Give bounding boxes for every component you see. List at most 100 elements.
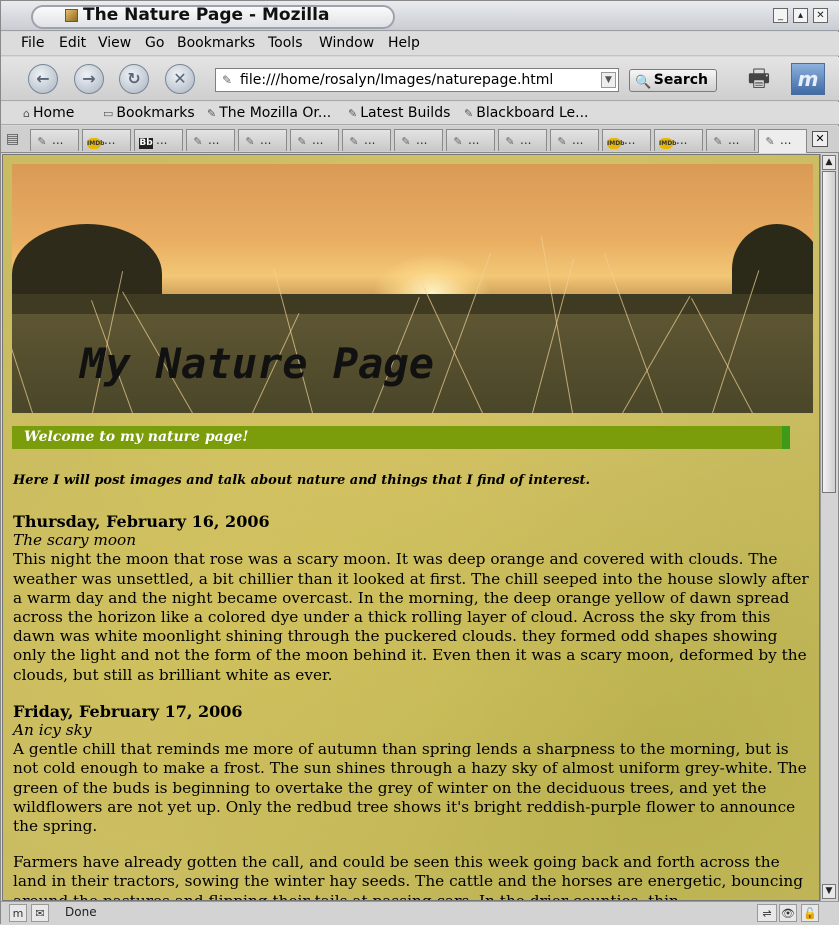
page-icon: ✎	[401, 135, 411, 148]
tab[interactable]: ✎...	[446, 129, 495, 151]
tab-label: ...	[468, 133, 480, 147]
bookmark-folder[interactable]: ▭ Bookmarks	[103, 105, 195, 121]
status-text: Done	[65, 905, 97, 919]
url-input[interactable]: ✎ file:///home/rosalyn/Images/naturepage…	[215, 68, 619, 92]
page-icon: ✎	[713, 135, 723, 148]
status-bar: m ✉ Done ⇌ 👁 🔓	[1, 901, 839, 925]
vertical-scrollbar[interactable]: ▲ ▼	[820, 154, 837, 901]
forward-button[interactable]: →	[74, 64, 104, 94]
maximize-icon[interactable]: ▴	[793, 8, 808, 23]
tab[interactable]: ✎...	[290, 129, 339, 151]
mozilla-logo[interactable]: m	[791, 63, 825, 95]
tab[interactable]: ✎...	[30, 129, 79, 151]
menu-edit[interactable]: Edit	[59, 35, 86, 51]
close-icon[interactable]: ✕	[813, 8, 828, 23]
tab-label: ...	[676, 133, 688, 147]
home-icon: ⌂	[23, 107, 30, 120]
menu-bar: File Edit View Go Bookmarks Tools Window…	[1, 32, 839, 56]
tab[interactable]: ✎...	[238, 129, 287, 151]
tab[interactable]: ✎...	[342, 129, 391, 151]
stop-button[interactable]: ✕	[165, 64, 195, 94]
page-icon: ✎	[765, 135, 775, 148]
tab-label: ...	[520, 133, 532, 147]
post-date: Thursday, February 16, 2006	[13, 512, 270, 531]
menu-bookmarks[interactable]: Bookmarks	[177, 35, 255, 51]
menu-tools[interactable]: Tools	[268, 35, 303, 51]
welcome-text: Welcome to my nature page!	[24, 429, 249, 445]
browser-window: The Nature Page - Mozilla _ ▴ ✕ File Edi…	[0, 0, 839, 925]
scroll-thumb[interactable]	[822, 171, 836, 493]
back-button[interactable]: ←	[28, 64, 58, 94]
menu-go[interactable]: Go	[145, 35, 164, 51]
imdb-icon: IMDb	[659, 138, 677, 149]
bookmark-latest-builds[interactable]: ✎ Latest Builds	[348, 105, 450, 121]
connection-icon: ⇌	[757, 904, 777, 922]
tab-label: ...	[104, 133, 116, 147]
tab[interactable]: Bb...	[134, 129, 183, 151]
page-content: My Nature Page Welcome to my nature page…	[2, 154, 820, 901]
tab-label: ...	[312, 133, 324, 147]
search-button[interactable]: 🔍 Search	[629, 69, 717, 92]
welcome-bar: Welcome to my nature page!	[12, 426, 790, 449]
tab[interactable]: ✎...	[186, 129, 235, 151]
bookmark-home[interactable]: ⌂ Home	[23, 105, 74, 121]
bookmark-mozilla[interactable]: ✎ The Mozilla Or...	[207, 105, 331, 121]
blackboard-icon: Bb	[139, 138, 153, 149]
url-text: file:///home/rosalyn/Images/naturepage.h…	[240, 72, 554, 88]
tab[interactable]: ✎...	[550, 129, 599, 151]
close-tab-icon[interactable]: ✕	[812, 131, 828, 147]
page-icon: ✎	[297, 135, 307, 148]
imdb-icon: IMDb	[607, 138, 625, 149]
mail-icon[interactable]: ✉	[31, 904, 49, 922]
chevron-down-icon[interactable]: ▼	[601, 72, 616, 88]
tab-label: ...	[52, 133, 64, 147]
tab[interactable]: ✎...	[758, 129, 807, 153]
eye-icon: 👁	[779, 904, 797, 922]
menu-window[interactable]: Window	[319, 35, 374, 51]
page-icon: ✎	[222, 73, 233, 87]
tab-label: ...	[780, 133, 792, 147]
scroll-down-icon[interactable]: ▼	[822, 884, 836, 899]
navigator-icon[interactable]: m	[9, 904, 27, 922]
tab[interactable]: IMDb...	[602, 129, 651, 151]
page-icon: ✎	[348, 107, 358, 120]
post-subtitle: An icy sky	[13, 721, 92, 740]
lock-icon: 🔓	[801, 904, 819, 922]
tab[interactable]: IMDb...	[82, 129, 131, 151]
post-paragraph: This night the moon that rose was a scar…	[13, 550, 809, 684]
search-button-label: Search	[653, 72, 708, 88]
scroll-up-icon[interactable]: ▲	[822, 155, 836, 170]
menu-view[interactable]: View	[98, 35, 131, 51]
minimize-icon[interactable]: _	[773, 8, 788, 23]
tab-label: ...	[572, 133, 584, 147]
page-icon: ✎	[245, 135, 255, 148]
tab[interactable]: ✎...	[394, 129, 443, 151]
intro-text: Here I will post images and talk about n…	[13, 473, 591, 488]
menu-file[interactable]: File	[21, 35, 44, 51]
new-tab-icon[interactable]: ▤	[6, 131, 24, 147]
reload-button[interactable]: ↻	[119, 64, 149, 94]
page-icon: ✎	[207, 107, 217, 120]
page-icon: ✎	[557, 135, 567, 148]
menu-help[interactable]: Help	[388, 35, 420, 51]
navigation-toolbar: ← → ↻ ✕ ✎ file:///home/rosalyn/Images/na…	[1, 57, 839, 101]
bookmark-blackboard[interactable]: ✎ Blackboard Le...	[464, 105, 589, 121]
page-icon: ✎	[37, 135, 47, 148]
blog-post: Friday, February 17, 2006 An icy sky A gen…	[13, 702, 813, 901]
tab-label: ...	[260, 133, 272, 147]
page-icon: ✎	[349, 135, 359, 148]
page-icon: ✎	[193, 135, 203, 148]
app-icon	[65, 9, 78, 22]
post-subtitle: The scary moon	[13, 531, 137, 550]
tab[interactable]: IMDb...	[654, 129, 703, 151]
tab[interactable]: ✎...	[498, 129, 547, 151]
tab-label: ...	[364, 133, 376, 147]
post-paragraph: Farmers have already gotten the call, an…	[13, 853, 804, 901]
banner-image: My Nature Page	[12, 164, 813, 413]
tab[interactable]: ✎...	[706, 129, 755, 151]
banner-title: My Nature Page	[80, 339, 435, 388]
print-icon[interactable]: 🖶	[739, 63, 779, 95]
title-bar: The Nature Page - Mozilla _ ▴ ✕	[1, 1, 839, 31]
tab-label: ...	[416, 133, 428, 147]
personal-toolbar: ⌂ Home ▭ Bookmarks ✎ The Mozilla Or... ✎ Lat…	[1, 102, 839, 125]
